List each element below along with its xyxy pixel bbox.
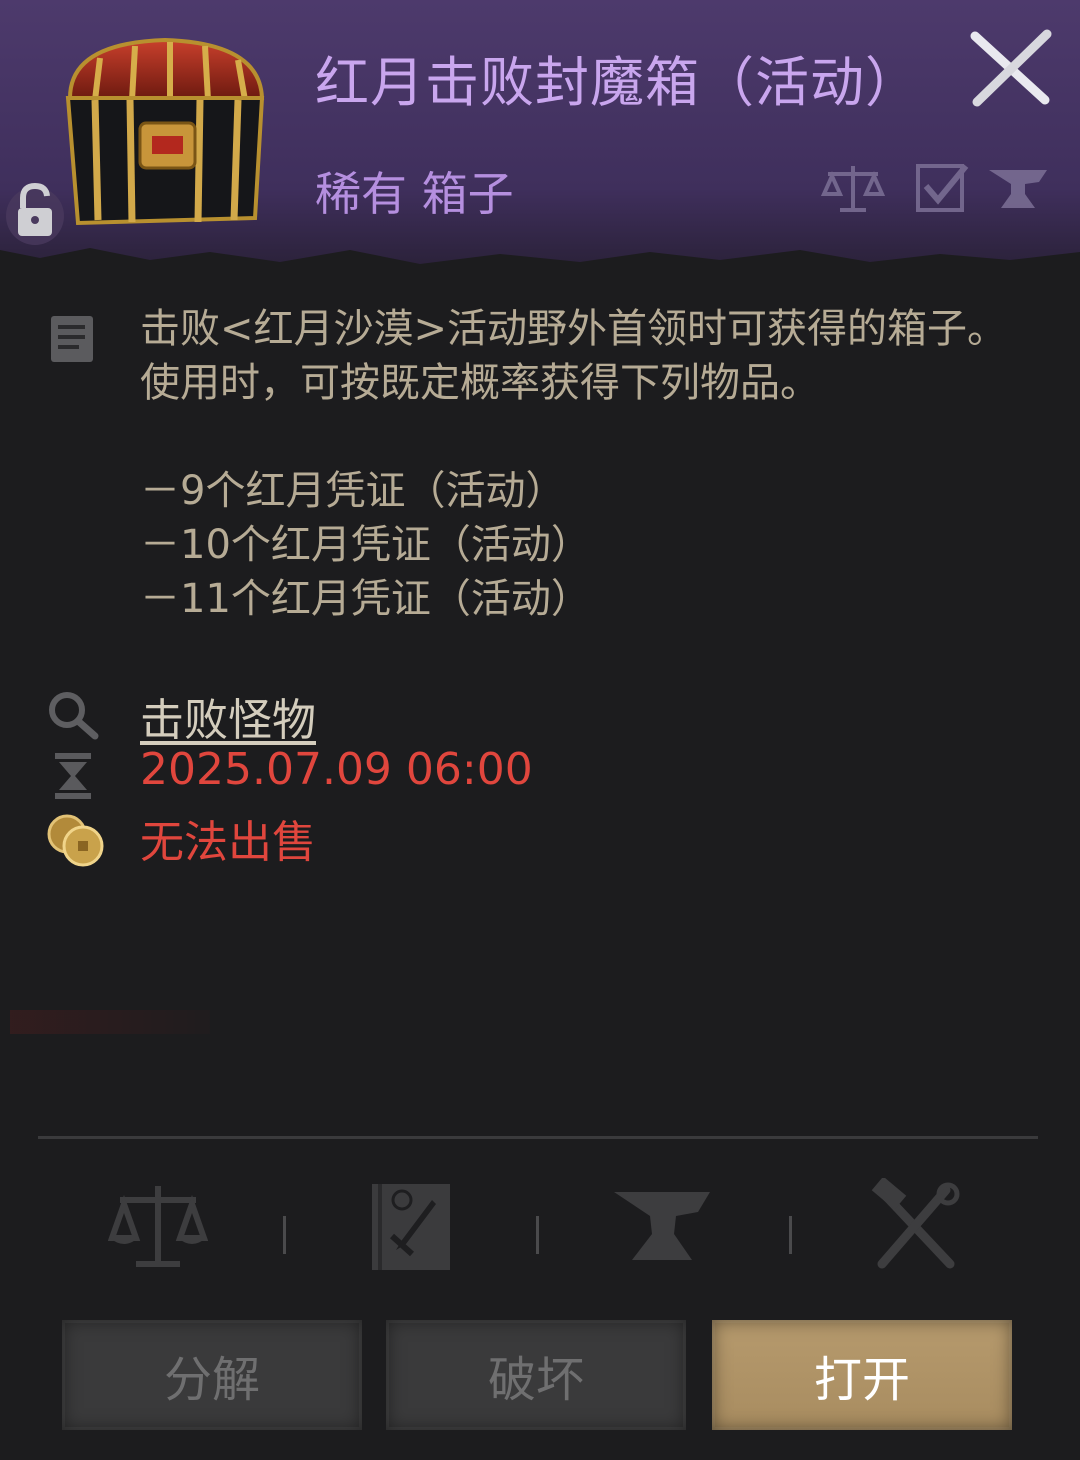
lock-open-icon[interactable] [5,178,65,248]
scale-icon [820,166,886,212]
item-rarity-type: 稀有 箱子 [315,167,514,221]
source-link[interactable]: 击败怪物 [140,684,316,748]
expiry-time: 2025.07.09 06:00 [140,744,533,795]
coins-icon [47,814,104,867]
separator [283,1216,286,1254]
item-description: 击败<红月沙漠>活动野外首领时可获得的箱子。 使用时，可按既定概率获得下列物品。… [140,306,1008,622]
faint-decoration [10,1010,210,1034]
open-button[interactable]: 打开 [712,1320,1012,1430]
document-icon [51,316,93,362]
sell-status: 无法出售 [140,817,316,868]
chest-image [65,37,265,226]
disassemble-label: 分解 [163,1352,260,1408]
open-label: 打开 [813,1352,910,1408]
hourglass-icon [55,753,91,799]
checkbox-icon [916,164,969,212]
item-title: 红月击败封魔箱（活动） [315,51,920,114]
anvil-icon [989,170,1047,208]
search-icon [49,692,99,740]
divider [38,1136,1038,1139]
hammer-tongs-icon[interactable] [866,1178,966,1274]
separator [789,1216,792,1254]
destroy-button[interactable]: 破坏 [386,1320,686,1430]
scale-icon[interactable] [108,1178,208,1274]
disassemble-button[interactable]: 分解 [62,1320,362,1430]
anvil-icon[interactable] [612,1178,712,1274]
torn-edge [0,248,1080,270]
separator [536,1216,539,1254]
destroy-label: 破坏 [487,1352,584,1408]
book-sword-icon[interactable] [362,1178,462,1274]
close-icon[interactable] [965,28,1055,108]
